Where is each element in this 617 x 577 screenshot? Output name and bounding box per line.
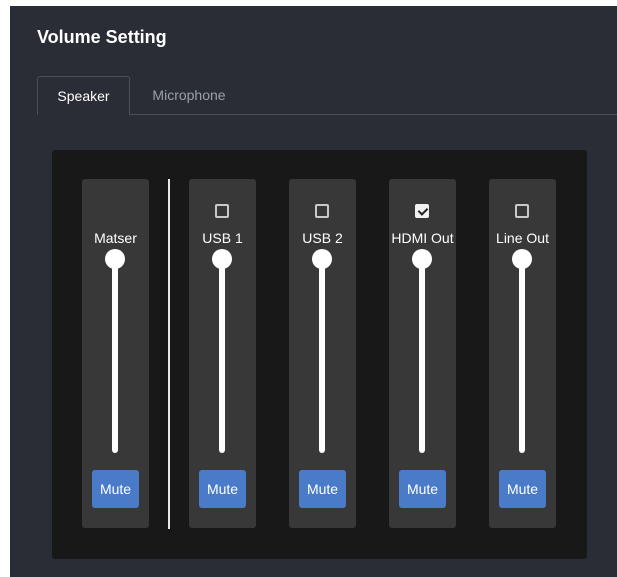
- tab-bar: Speaker Microphone: [37, 76, 617, 116]
- channel-label: USB 2: [302, 230, 343, 246]
- mute-button[interactable]: Mute: [92, 470, 139, 508]
- channel-usb-2: USB 2 Mute: [289, 179, 356, 528]
- channel-hdmi-out: HDMI Out Mute: [389, 179, 456, 528]
- channel-usb-1: USB 1 Mute: [189, 179, 256, 528]
- mute-button[interactable]: Mute: [299, 470, 346, 508]
- slider-thumb[interactable]: [412, 249, 432, 269]
- mute-button[interactable]: Mute: [499, 470, 546, 508]
- volume-slider[interactable]: [512, 249, 532, 453]
- mixer-area: Matser Mute USB 1 Mute USB 2 Mute HDMI O…: [52, 150, 587, 559]
- mute-button[interactable]: Mute: [199, 470, 246, 508]
- slider-thumb[interactable]: [105, 249, 125, 269]
- slider-thumb[interactable]: [212, 249, 232, 269]
- channel-checkbox[interactable]: [215, 204, 229, 218]
- mute-button[interactable]: Mute: [399, 470, 446, 508]
- channel-checkbox[interactable]: [515, 204, 529, 218]
- slider-thumb[interactable]: [312, 249, 332, 269]
- channel-label: USB 1: [202, 230, 243, 246]
- volume-slider[interactable]: [312, 249, 332, 453]
- slider-track: [419, 257, 425, 453]
- volume-slider[interactable]: [105, 249, 125, 453]
- tab-microphone[interactable]: Microphone: [137, 76, 241, 115]
- slider-track: [219, 257, 225, 453]
- volume-slider[interactable]: [412, 249, 432, 453]
- channel-checkbox[interactable]: [415, 204, 429, 218]
- channel-label: Matser: [94, 230, 137, 246]
- volume-setting-panel: Volume Setting Speaker Microphone Matser…: [10, 6, 617, 577]
- channel-divider: [168, 179, 170, 529]
- channel-master: Matser Mute: [82, 179, 149, 528]
- panel-title: Volume Setting: [37, 27, 167, 47]
- slider-thumb[interactable]: [512, 249, 532, 269]
- slider-track: [112, 257, 118, 453]
- slider-track: [519, 257, 525, 453]
- slider-track: [319, 257, 325, 453]
- volume-slider[interactable]: [212, 249, 232, 453]
- channel-label: Line Out: [496, 230, 549, 246]
- tab-speaker[interactable]: Speaker: [37, 76, 130, 115]
- channel-line-out: Line Out Mute: [489, 179, 556, 528]
- channel-label: HDMI Out: [391, 230, 454, 246]
- channel-checkbox[interactable]: [315, 204, 329, 218]
